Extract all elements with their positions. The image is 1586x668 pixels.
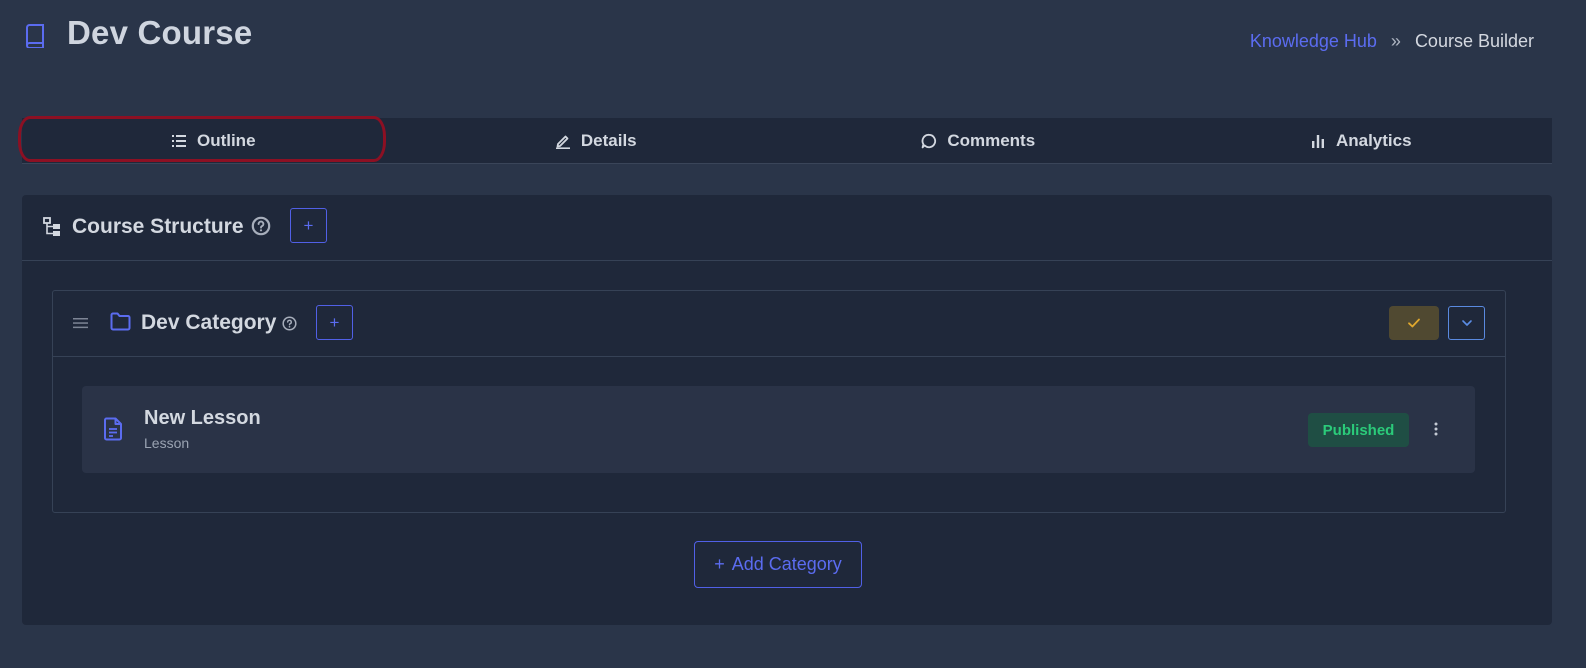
- approve-button[interactable]: [1389, 306, 1439, 340]
- tab-bar: Outline Details Comments Analytics: [18, 116, 1553, 164]
- tab-analytics-label: Analytics: [1335, 130, 1412, 150]
- breadcrumb: Knowledge Hub » Course Builder: [1250, 31, 1534, 52]
- tab-outline[interactable]: Outline: [18, 116, 405, 163]
- page-title: Dev Course: [67, 14, 253, 51]
- chevron-down-icon: [1461, 319, 1473, 327]
- tab-analytics[interactable]: Analytics: [1170, 118, 1553, 163]
- add-lesson-button[interactable]: +: [316, 305, 353, 340]
- breadcrumb-separator: »: [1390, 31, 1401, 51]
- help-icon[interactable]: [251, 216, 271, 236]
- drag-handle-icon[interactable]: [73, 316, 88, 330]
- tab-comments[interactable]: Comments: [787, 118, 1170, 163]
- plus-icon: +: [714, 554, 725, 574]
- tab-details-label: Details: [580, 130, 637, 150]
- check-icon: [1407, 317, 1421, 329]
- course-structure-title: Course Structure: [72, 215, 244, 238]
- comment-icon: [921, 133, 937, 149]
- sitemap-icon: [43, 217, 61, 237]
- category-panel: Dev Category + New Lesson Lesson Publish…: [52, 290, 1506, 513]
- tab-comments-label: Comments: [947, 130, 1036, 150]
- lesson-title: New Lesson: [144, 407, 261, 429]
- book-icon: [24, 24, 46, 48]
- list-icon: [171, 133, 187, 149]
- file-text-icon: [103, 417, 123, 441]
- page-header: Dev Course Knowledge Hub » Course Builde…: [0, 0, 1586, 70]
- more-options-icon[interactable]: [1428, 417, 1444, 441]
- collapse-category-button[interactable]: [1448, 306, 1485, 340]
- add-category-button[interactable]: + Add Category: [694, 541, 862, 588]
- breadcrumb-link-knowledge-hub[interactable]: Knowledge Hub: [1250, 31, 1377, 52]
- category-title: Dev Category: [141, 311, 277, 334]
- lesson-type: Lesson: [144, 435, 190, 451]
- tab-details[interactable]: Details: [405, 118, 788, 163]
- pencil-icon: [555, 133, 571, 149]
- course-structure-panel: Course Structure + Dev Category + New Le…: [22, 195, 1552, 625]
- bar-chart-icon: [1310, 133, 1326, 149]
- folder-icon: [110, 312, 131, 331]
- category-header: Dev Category +: [53, 291, 1505, 357]
- add-structure-button[interactable]: +: [290, 208, 327, 243]
- breadcrumb-current: Course Builder: [1414, 31, 1534, 51]
- tab-outline-label: Outline: [196, 130, 256, 150]
- add-category-label: Add Category: [731, 554, 842, 574]
- status-badge: Published: [1308, 413, 1409, 447]
- course-structure-header: Course Structure +: [22, 195, 1552, 261]
- help-icon[interactable]: [282, 316, 297, 331]
- lesson-item[interactable]: New Lesson Lesson Published: [82, 386, 1475, 473]
